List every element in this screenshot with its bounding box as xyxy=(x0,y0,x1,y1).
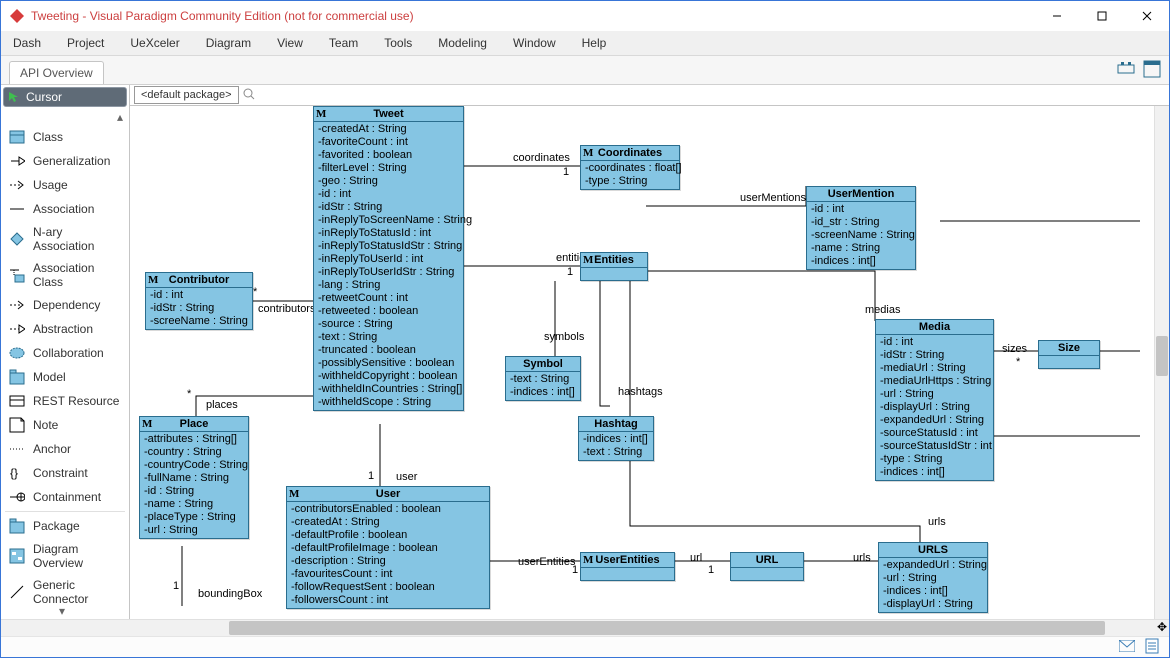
palette-item-abstraction[interactable]: Abstraction xyxy=(1,317,129,341)
palette-collapse-icon[interactable]: ▴ xyxy=(1,109,129,125)
label-coordinates: coordinates xyxy=(513,152,570,164)
class-entities[interactable]: MEntities xyxy=(580,252,648,281)
status-mail-icon[interactable] xyxy=(1119,640,1135,655)
menu-help[interactable]: Help xyxy=(582,36,607,50)
search-icon[interactable] xyxy=(243,88,255,103)
label-one5: 1 xyxy=(173,580,179,592)
palette-item-diagram-overview[interactable]: Diagram Overview xyxy=(1,538,129,574)
label-star: * xyxy=(253,286,257,298)
palette-item-class[interactable]: Class xyxy=(1,125,129,149)
toolbar-icon-2[interactable] xyxy=(1143,60,1161,81)
vertical-scrollbar[interactable] xyxy=(1154,106,1169,619)
label-one: 1 xyxy=(563,166,569,178)
label-urls2: urls xyxy=(928,516,946,528)
diagram-canvas[interactable]: coordinates 1 * contributors * places en… xyxy=(130,106,1169,619)
class-user[interactable]: MUser -contributorsEnabled : boolean-cre… xyxy=(286,486,490,609)
canvas-wrap: <default package> xyxy=(130,85,1169,619)
label-one4: 1 xyxy=(708,564,714,576)
window-title: Tweeting - Visual Paradigm Community Edi… xyxy=(31,9,1034,23)
minimize-button[interactable] xyxy=(1034,1,1079,31)
tab-api-overview[interactable]: API Overview xyxy=(9,61,104,84)
class-url[interactable]: URL xyxy=(730,552,804,581)
close-button[interactable] xyxy=(1124,1,1169,31)
palette-item-constraint[interactable]: {}Constraint xyxy=(1,461,129,485)
label-one6: 1 xyxy=(572,564,578,576)
palette-separator xyxy=(5,511,125,512)
palette-item-collaboration[interactable]: Collaboration xyxy=(1,341,129,365)
palette-more-icon[interactable]: ▾ xyxy=(1,603,129,619)
pan-icon[interactable]: ✥ xyxy=(1155,620,1169,634)
palette-item-usage[interactable]: Usage xyxy=(1,173,129,197)
horizontal-scrollbar[interactable]: ✥ xyxy=(1,619,1169,636)
palette-item-containment[interactable]: Containment xyxy=(1,485,129,509)
class-tweet[interactable]: MTweet -createdAt : String-favoriteCount… xyxy=(313,106,464,411)
palette-item-package[interactable]: Package xyxy=(1,514,129,538)
label-medias: medias xyxy=(865,304,900,316)
titlebar: Tweeting - Visual Paradigm Community Edi… xyxy=(1,1,1169,31)
label-star3: * xyxy=(1016,356,1020,368)
menu-dash[interactable]: Dash xyxy=(13,36,41,50)
label-usermentions: userMentions xyxy=(740,192,806,204)
class-media[interactable]: Media -id : int-idStr : String-mediaUrl … xyxy=(875,319,994,481)
menu-diagram[interactable]: Diagram xyxy=(206,36,251,50)
tool-palette: Cursor ▴ Class Generalization Usage Asso… xyxy=(1,85,130,619)
label-contributors: contributors xyxy=(258,303,315,315)
label-sizes: sizes xyxy=(1002,343,1027,355)
menu-window[interactable]: Window xyxy=(513,36,556,50)
class-hashtag[interactable]: Hashtag -indices : int[]-text : String xyxy=(578,416,654,461)
class-contributor[interactable]: MContributor -id : int-idStr : String-sc… xyxy=(145,272,253,330)
class-urls[interactable]: URLS -expandedUrl : String-url : String-… xyxy=(878,542,988,613)
palette-item-model[interactable]: Model xyxy=(1,365,129,389)
palette-item-note[interactable]: Note xyxy=(1,413,129,437)
status-doc-icon[interactable] xyxy=(1145,638,1159,657)
class-coordinates[interactable]: MCoordinates -coordinates : float[]-type… xyxy=(580,145,680,190)
palette-item-anchor[interactable]: Anchor xyxy=(1,437,129,461)
tab-row: API Overview xyxy=(1,56,1169,85)
class-size[interactable]: Size xyxy=(1038,340,1100,369)
svg-text:{}: {} xyxy=(10,466,18,480)
label-hashtags: hashtags xyxy=(618,386,663,398)
label-boundingbox: boundingBox xyxy=(198,588,262,600)
label-one2: 1 xyxy=(567,266,573,278)
app-logo-icon xyxy=(9,8,25,24)
menu-tools[interactable]: Tools xyxy=(384,36,412,50)
class-userentities[interactable]: MUserEntities xyxy=(580,552,675,581)
palette-item-generalization[interactable]: Generalization xyxy=(1,149,129,173)
hscroll-thumb[interactable] xyxy=(229,621,1105,635)
menu-team[interactable]: Team xyxy=(329,36,358,50)
label-userentities: userEntities xyxy=(518,556,575,568)
palette-item-association[interactable]: Association xyxy=(1,197,129,221)
menu-modeling[interactable]: Modeling xyxy=(438,36,487,50)
vscroll-thumb[interactable] xyxy=(1156,336,1168,376)
palette-cursor[interactable]: Cursor xyxy=(3,87,127,107)
menu-view[interactable]: View xyxy=(277,36,303,50)
label-star2: * xyxy=(187,388,191,400)
palette-item-rest[interactable]: REST Resource xyxy=(1,389,129,413)
palette-item-dependency[interactable]: Dependency xyxy=(1,293,129,317)
palette-item-assoc-class[interactable]: Association Class xyxy=(1,257,129,293)
toolbar-icon-1[interactable] xyxy=(1117,60,1135,81)
statusbar xyxy=(1,636,1169,657)
class-usermention[interactable]: UserMention -id : int-id_str : String-sc… xyxy=(806,186,916,270)
class-symbol[interactable]: Symbol -text : String-indices : int[] xyxy=(505,356,581,401)
breadcrumb-package[interactable]: <default package> xyxy=(134,86,239,104)
app-window: Tweeting - Visual Paradigm Community Edi… xyxy=(0,0,1170,658)
palette-cursor-label: Cursor xyxy=(26,90,62,104)
palette-item-generic-connector[interactable]: Generic Connector xyxy=(1,574,129,603)
label-symbols: symbols xyxy=(544,331,584,343)
label-urls: urls xyxy=(853,552,871,564)
label-one3: 1 xyxy=(368,470,374,482)
body: Cursor ▴ Class Generalization Usage Asso… xyxy=(1,85,1169,619)
maximize-button[interactable] xyxy=(1079,1,1124,31)
label-places: places xyxy=(206,399,238,411)
class-tweet-attrs: -createdAt : String-favoriteCount : int-… xyxy=(314,122,463,410)
label-url: url xyxy=(690,552,702,564)
menubar: Dash Project UeXceler Diagram View Team … xyxy=(1,31,1169,56)
breadcrumb: <default package> xyxy=(130,85,1169,106)
palette-item-nary[interactable]: N-ary Association xyxy=(1,221,129,257)
menu-uexceler[interactable]: UeXceler xyxy=(130,36,179,50)
label-user: user xyxy=(396,471,417,483)
class-place[interactable]: MPlace -attributes : String[]-country : … xyxy=(139,416,249,539)
menu-project[interactable]: Project xyxy=(67,36,104,50)
